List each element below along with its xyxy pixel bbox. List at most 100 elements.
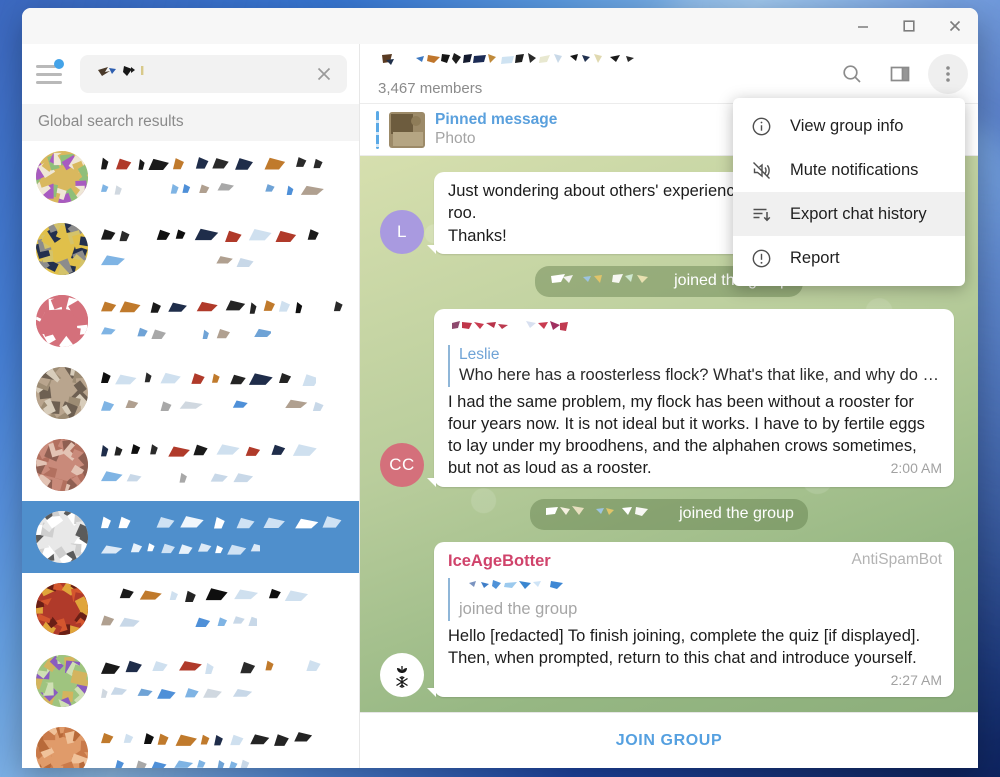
chat-item-subtitle-redacted — [101, 182, 345, 200]
minimize-button[interactable] — [840, 8, 886, 44]
avatar — [36, 439, 88, 491]
joined-the-group-pill: joined the group — [530, 499, 808, 530]
message-row[interactable]: IceAgeBotter AntiSpamBot joined the grou… — [380, 542, 958, 698]
message-time: 2:00 AM — [891, 459, 942, 478]
pinned-subtitle: Photo — [435, 130, 557, 148]
maximize-button[interactable] — [886, 8, 932, 44]
message-bubble[interactable]: Leslie Who here has a roosterless flock?… — [434, 309, 954, 487]
joined-user-redacted — [544, 504, 672, 525]
chat-title-redacted — [378, 51, 824, 76]
chat-item-name-redacted — [101, 515, 345, 535]
menu-item-label: Report — [790, 249, 840, 268]
search-input[interactable] — [80, 55, 347, 93]
chat-list-item[interactable] — [22, 717, 359, 768]
chat-list-item[interactable] — [22, 429, 359, 501]
service-message: joined the group — [380, 499, 958, 530]
hamburger-menu-icon[interactable] — [36, 59, 70, 89]
reply-text: Who here has a roosterless flock? What's… — [459, 365, 942, 386]
chat-item-name-redacted — [101, 443, 345, 463]
chat-list-item[interactable] — [22, 645, 359, 717]
report-warning-icon — [749, 246, 773, 270]
chat-title-block[interactable]: 3,467 members — [378, 51, 824, 97]
avatar[interactable]: L — [380, 210, 424, 254]
chat-item-subtitle-redacted — [101, 614, 345, 632]
chat-item-name-redacted — [101, 299, 345, 319]
chat-pane: 3,467 members Pinned message Photo L Jus… — [360, 44, 978, 768]
menu-item-view-group-info[interactable]: View group info — [733, 104, 965, 148]
avatar — [36, 583, 88, 635]
attached-emoji-redacted — [450, 319, 942, 341]
message-text: I had the same problem, my flock has bee… — [448, 391, 942, 480]
avatar — [36, 295, 88, 347]
chat-item-subtitle-redacted — [101, 470, 345, 488]
join-group-button[interactable]: JOIN GROUP — [616, 732, 722, 750]
joined-user-redacted — [549, 271, 667, 292]
notification-dot — [54, 59, 64, 69]
message-time: 2:27 AM — [891, 671, 942, 690]
search-input-value-redacted — [96, 63, 162, 86]
message-text: Hello [redacted] To finish joining, comp… — [448, 625, 942, 670]
service-text: joined the group — [679, 505, 794, 523]
pinned-indicator-bar — [376, 111, 379, 149]
chat-item-name-redacted — [101, 659, 345, 679]
message-row[interactable]: CC Leslie Who here has a roosterless flo… — [380, 309, 958, 487]
chat-item-subtitle-redacted — [101, 758, 345, 769]
menu-item-report[interactable]: Report — [733, 236, 965, 280]
menu-item-mute-notifications[interactable]: Mute notifications — [733, 148, 965, 192]
avatar — [36, 655, 88, 707]
sender-name: IceAgeBotter — [448, 552, 551, 570]
message-bubble[interactable]: Just wondering about others' experiences… — [434, 172, 764, 254]
chat-list-item[interactable] — [22, 501, 359, 573]
snowflake-plant-bot-avatar[interactable] — [380, 653, 424, 697]
avatar — [36, 151, 88, 203]
global-search-results-header: Global search results — [22, 104, 359, 141]
more-options-icon[interactable] — [928, 54, 968, 94]
pinned-thumbnail — [389, 112, 425, 148]
close-button[interactable] — [932, 8, 978, 44]
avatar — [36, 511, 88, 563]
chat-list-item[interactable] — [22, 285, 359, 357]
avatar — [36, 727, 88, 768]
sender-row: IceAgeBotter AntiSpamBot — [448, 550, 942, 572]
reply-text: joined the group — [459, 599, 942, 620]
reply-author: Leslie — [459, 345, 942, 365]
chat-item-name-redacted — [101, 587, 345, 607]
chat-item-name-redacted — [101, 731, 345, 751]
chat-item-name-redacted — [101, 155, 345, 175]
menu-item-label: Mute notifications — [790, 161, 918, 180]
bot-badge: AntiSpamBot — [852, 550, 942, 571]
chat-list[interactable] — [22, 141, 359, 768]
sidebar-search-row — [22, 44, 359, 104]
chat-list-item[interactable] — [22, 573, 359, 645]
chat-list-item[interactable] — [22, 213, 359, 285]
pinned-title: Pinned message — [435, 111, 557, 129]
chat-item-name-redacted — [101, 371, 345, 391]
chat-header: 3,467 members — [360, 44, 978, 104]
mute-bell-icon — [749, 158, 773, 182]
chat-list-item[interactable] — [22, 357, 359, 429]
reply-quote[interactable]: Leslie Who here has a roosterless flock?… — [448, 345, 942, 387]
context-menu[interactable]: View group info Mute notifications Expor… — [733, 98, 965, 286]
member-count: 3,467 members — [378, 80, 824, 97]
chat-list-item[interactable] — [22, 141, 359, 213]
info-circle-icon — [749, 114, 773, 138]
message-text: Just wondering about others' experiences… — [448, 180, 752, 247]
chat-item-name-redacted — [101, 227, 345, 247]
join-group-bar[interactable]: JOIN GROUP — [360, 712, 978, 768]
reply-quote[interactable]: joined the group — [448, 578, 942, 621]
message-bubble[interactable]: IceAgeBotter AntiSpamBot joined the grou… — [434, 542, 954, 698]
chat-item-subtitle-redacted — [101, 326, 345, 344]
search-icon[interactable] — [832, 54, 872, 94]
telegram-window: Global search results 3,467 members Pinn… — [22, 8, 978, 768]
clear-search-button[interactable] — [309, 59, 339, 89]
toggle-sidebar-icon[interactable] — [880, 54, 920, 94]
chat-item-subtitle-redacted — [101, 686, 345, 704]
avatar[interactable]: CC — [380, 443, 424, 487]
chat-item-subtitle-redacted — [101, 398, 345, 416]
avatar — [36, 223, 88, 275]
menu-item-export-chat-history[interactable]: Export chat history — [733, 192, 965, 236]
avatar — [36, 367, 88, 419]
title-bar — [22, 8, 978, 44]
sidebar: Global search results — [22, 44, 360, 768]
reply-author-redacted — [459, 578, 942, 599]
